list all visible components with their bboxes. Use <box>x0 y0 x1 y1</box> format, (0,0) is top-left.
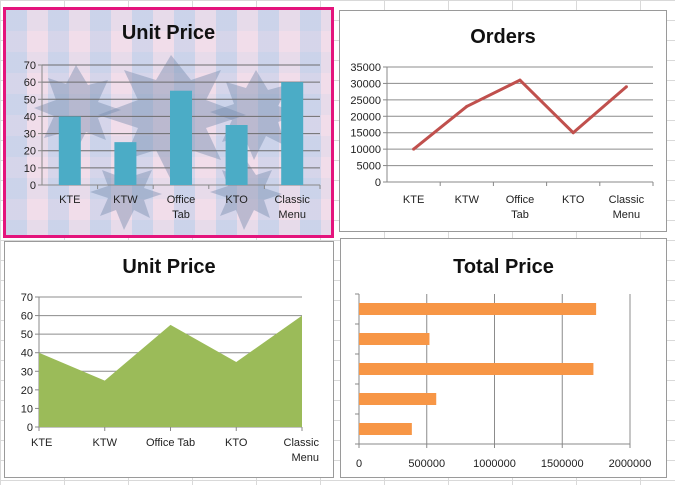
x-tick-label: Office Tab <box>167 194 196 221</box>
orders-line-chart[interactable]: Orders 0 5000 10000 15000 20000 25000 30000 350… <box>339 10 667 232</box>
y-tick-label: 60 <box>21 311 33 323</box>
bar <box>58 116 81 185</box>
bar <box>359 393 437 405</box>
orders-line-plot: 0 5000 10000 15000 20000 25000 30000 35000 KTE KT… <box>350 62 654 221</box>
bar <box>359 333 430 345</box>
y-tick-label: 30000 <box>350 78 381 90</box>
x-tick-label: KTO <box>562 194 585 206</box>
y-tick-label: 20000 <box>350 111 381 123</box>
y-tick-label: 25000 <box>350 95 381 107</box>
x-tick-label: Classic Menu <box>609 194 645 221</box>
x-tick-label: Office Tab <box>146 437 195 449</box>
data-point <box>624 85 628 89</box>
bar <box>359 363 594 375</box>
y-tick-label: 60 <box>24 77 36 89</box>
x-tick-label: 2000000 <box>609 458 652 470</box>
total-price-bar-plot: 0 500000 1000000 1500000 2000000 <box>355 293 652 470</box>
y-tick-label: 15000 <box>350 128 381 140</box>
y-tick-label: 0 <box>375 177 381 189</box>
y-tick-label: 70 <box>24 60 36 72</box>
x-tick-label: 0 <box>356 458 362 470</box>
y-tick-label: 20 <box>24 146 36 158</box>
bar <box>170 90 192 185</box>
data-point <box>518 78 522 82</box>
y-tick-label: 5000 <box>357 161 381 173</box>
x-tick-label: KTE <box>403 194 424 206</box>
x-tick-label: KTE <box>31 437 52 449</box>
area-series <box>39 315 302 427</box>
data-point <box>465 104 469 108</box>
y-tick-label: 35000 <box>350 62 381 74</box>
y-tick-label: 0 <box>30 180 36 192</box>
y-tick-label: 70 <box>21 292 33 304</box>
y-tick-label: 0 <box>27 422 33 434</box>
x-tick-label: 1500000 <box>541 458 584 470</box>
y-tick-label: 10000 <box>350 144 381 156</box>
bar <box>359 423 412 435</box>
x-tick-label: KTW <box>455 194 480 206</box>
x-tick-label: KTO <box>225 194 248 206</box>
x-tick-label: KTW <box>113 194 138 206</box>
unit-price-area-plot: 0 10 20 30 40 50 60 70 KTE KTW Office Tab KTO Classi… <box>21 292 320 464</box>
y-tick-label: 50 <box>21 329 33 341</box>
unit-price-column-plot: 0 10 20 30 40 50 60 70 KTE KTW Office Tab KTO Classic… <box>24 60 321 221</box>
data-point <box>571 131 575 135</box>
y-tick-label: 20 <box>21 385 33 397</box>
x-tick-label: 500000 <box>408 458 445 470</box>
x-tick-label: KTO <box>225 437 248 449</box>
y-tick-label: 10 <box>21 403 33 415</box>
bar <box>359 303 597 315</box>
data-point <box>412 147 416 151</box>
unit-price-area-chart[interactable]: Unit Price 0 10 20 30 40 50 60 70 KTE KTW Office T… <box>4 241 334 478</box>
y-tick-label: 10 <box>24 163 36 175</box>
y-tick-label: 30 <box>24 129 36 141</box>
series-line <box>412 78 628 151</box>
bar <box>225 125 248 185</box>
bar <box>114 142 137 185</box>
unit-price-column-chart[interactable]: Unit Price 0 10 20 30 40 50 60 70 KTE KTW Office Ta… <box>3 7 334 238</box>
y-tick-label: 40 <box>21 348 33 360</box>
y-tick-label: 30 <box>21 366 33 378</box>
x-tick-label: Classic Menu <box>284 437 320 464</box>
x-tick-label: KTW <box>93 437 118 449</box>
y-tick-label: 50 <box>24 94 36 106</box>
y-tick-label: 40 <box>24 111 36 123</box>
total-price-bar-chart[interactable]: Total Price 0 500000 1000000 1500000 2000000 <box>340 238 667 478</box>
x-tick-label: Office Tab <box>506 194 535 221</box>
x-tick-label: 1000000 <box>473 458 516 470</box>
bar <box>281 82 304 185</box>
x-tick-label: KTE <box>59 194 80 206</box>
x-tick-label: Classic Menu <box>274 194 310 221</box>
